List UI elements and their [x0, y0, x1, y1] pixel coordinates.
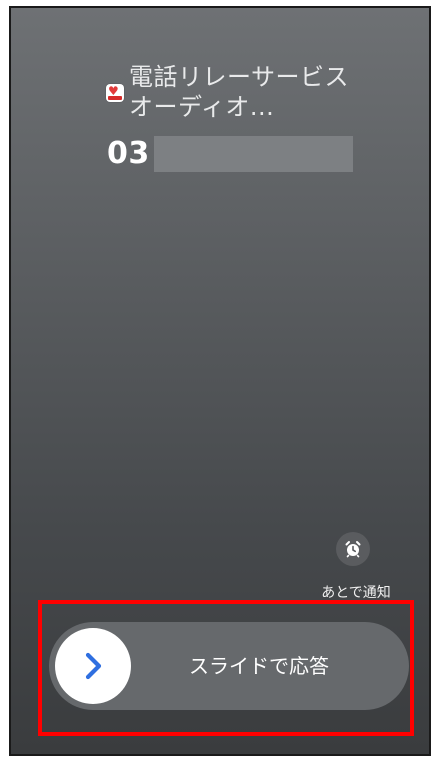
slide-to-answer-slider[interactable]: スライドで応答	[49, 622, 409, 710]
chevron-right-icon	[85, 652, 102, 680]
alarm-clock-icon	[345, 541, 361, 558]
caller-name-line1: 電話リレーサービス	[129, 63, 350, 91]
caller-name-line2: オーディオ...	[129, 93, 275, 121]
number-redaction	[153, 136, 353, 172]
caller-name: 電話リレーサービス オーディオ...	[129, 62, 349, 122]
telephone-relay-app-icon: ♥	[106, 84, 124, 102]
remind-later-button[interactable]	[336, 532, 370, 566]
slide-to-answer-label: スライドで応答	[189, 654, 329, 678]
app-icon-band	[108, 96, 122, 100]
slider-knob[interactable]	[55, 628, 131, 704]
caller-number-row: 03	[107, 136, 353, 172]
remind-later-label[interactable]: あとで通知	[311, 584, 401, 602]
incoming-call-screen: ♥ 電話リレーサービス オーディオ... 03 あとで通知 スライドで応答	[9, 6, 431, 756]
caller-number: 03	[107, 136, 150, 171]
